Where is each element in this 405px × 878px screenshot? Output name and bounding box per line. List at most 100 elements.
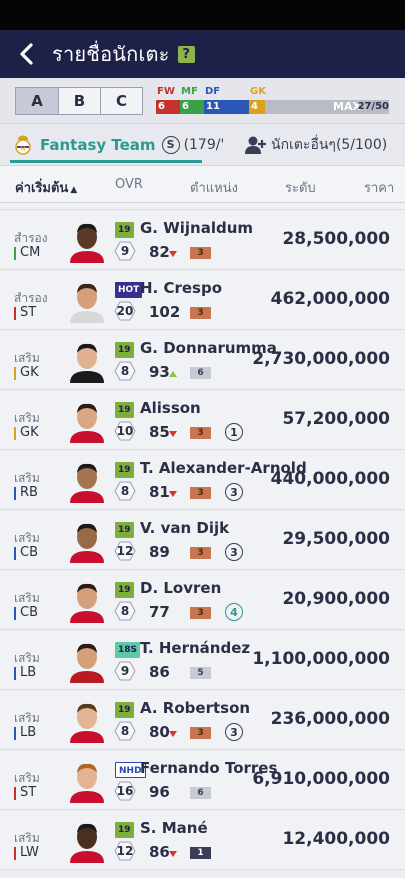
table-row[interactable]: สำรอง CM 19 G. Wijnaldum 9 82 3 28,500,000 [0,211,405,270]
sort-position[interactable]: ตำแหน่ง [190,177,238,198]
enhance-level: 6 [190,367,211,379]
table-row[interactable]: เสริม CB 19 D. Lovren 8 77 3 20,900,000 4 [0,571,405,630]
player-ovr: 86 [149,663,170,681]
table-row[interactable]: สำรอง ST HOT H. Crespo 20 102 3 462,000,000 [0,271,405,330]
salary-value: 12 [116,544,134,558]
player-ovr: 82 [149,243,170,261]
player-avatar [66,819,108,863]
squad-tab-c[interactable]: C [100,87,142,114]
player-value: 462,000,000 [270,289,390,309]
player-ovr: 102 [149,303,181,321]
enhance-level: 3 [190,247,211,259]
team-color-badge: 3 [225,723,243,741]
trend-down-icon [169,731,177,737]
season-badge: 19 [115,702,134,718]
fw-label: FW [157,85,175,97]
table-row[interactable]: เสริม LW 19 S. Mané 12 86 1 12,400,000 [0,811,405,870]
other-players-tab[interactable]: นักเตะอื่นๆ(5/100) [245,124,387,166]
player-salary: 12 [114,841,136,861]
player-position: ST [14,785,36,800]
player-position: LW [14,845,39,860]
player-salary: 9 [114,661,136,681]
position-color-bar [14,607,16,620]
trend-down-icon [169,431,177,437]
position-text: ST [20,305,37,320]
player-name: T. Hernández [140,639,251,657]
player-ovr: 93 [149,363,170,381]
gk-label: GK [250,85,266,97]
player-name: D. Lovren [140,579,222,597]
player-position: CB [14,605,38,620]
player-avatar [66,459,108,503]
position-color-bar [14,667,16,680]
player-name: A. Robertson [140,699,251,717]
player-ovr: 86 [149,843,170,861]
squad-tab-a[interactable]: A [16,87,58,114]
player-position: CM [14,245,40,260]
position-text: CB [20,545,38,560]
sort-up-icon: ▲ [70,185,78,195]
player-ovr: 81 [149,483,170,501]
team-color-badge: 1 [225,423,243,441]
sort-level[interactable]: ระดับ [285,177,316,198]
svg-text:M: M [20,146,25,153]
sort-default-label: ค่าเริ่มต้น [15,181,69,196]
position-color-bar [14,487,16,500]
squad-tab-b[interactable]: B [58,87,100,114]
season-badge: 19 [115,822,134,838]
table-row[interactable]: เสริม ST NHD Fernando Torres 16 96 6 6,910,000,… [0,751,405,810]
table-row[interactable] [0,203,405,210]
player-salary: 12 [114,541,136,561]
salary-value: 9 [120,664,130,678]
salary-value: 8 [120,724,130,738]
table-row[interactable]: เสริม LB 19 A. Robertson 8 80 3 236,000,000 3 [0,691,405,750]
position-color-bar [14,247,16,260]
squad-capacity: 27/50 [357,100,389,112]
help-icon[interactable]: ? [177,45,195,63]
position-color-bar [14,847,16,860]
squad-tabs: A B C [15,86,143,115]
sort-default[interactable]: ค่าเริ่มต้น ▲ [15,177,77,198]
player-value: 236,000,000 [270,709,390,729]
player-avatar [66,399,108,443]
table-row[interactable]: เสริม LB 18S T. Hernández 9 86 5 1,100,000,000 [0,631,405,690]
table-row[interactable]: เสริม RB 19 T. Alexander-Arnold 8 81 3 440,000,… [0,451,405,510]
season-badge: 18S [115,642,141,658]
player-name: G. Wijnaldum [140,219,254,237]
table-row[interactable]: เสริม GK 19 Alisson 10 85 3 57,200,000 1 [0,391,405,450]
player-avatar [66,219,108,263]
team-name[interactable]: Fantasy Team [40,136,156,154]
position-text: LB [20,665,37,680]
player-position: GK [14,425,39,440]
top-bar: รายชื่อนักเตะ ? [0,30,405,78]
position-text: CM [20,245,41,260]
season-badge: 19 [115,222,134,238]
player-value: 57,200,000 [282,409,390,429]
back-arrow-icon[interactable] [14,42,38,66]
player-position: LB [14,665,36,680]
table-row[interactable]: เสริม GK 19 G. Donnarumma 8 93 6 2,730,000,000 [0,331,405,390]
player-value: 440,000,000 [270,469,390,489]
player-salary: 20 [114,301,136,321]
player-list[interactable]: สำรอง CM 19 G. Wijnaldum 9 82 3 28,500,000 สำรอง… [0,203,405,878]
player-salary: 8 [114,481,136,501]
player-value: 1,100,000,000 [252,649,390,669]
position-text: RB [20,485,38,500]
sort-ovr[interactable]: OVR [115,177,143,192]
player-avatar [66,759,108,803]
player-avatar [66,339,108,383]
player-position: RB [14,485,38,500]
player-salary: 8 [114,721,136,741]
salary-value: 16 [116,784,134,798]
player-value: 6,910,000,000 [252,769,390,789]
enhance-level: 5 [190,667,211,679]
table-row[interactable]: เสริม CB 19 V. van Dijk 12 89 3 29,500,000 3 [0,511,405,570]
sort-price[interactable]: ราคา [364,177,394,198]
position-text: GK [20,425,39,440]
team-color-badge: 4 [225,603,243,621]
season-badge: 19 [115,522,134,538]
position-color-bar [14,547,16,560]
salary-value: 10 [116,424,134,438]
salary-value: 9 [120,244,130,258]
player-position: CB [14,545,38,560]
